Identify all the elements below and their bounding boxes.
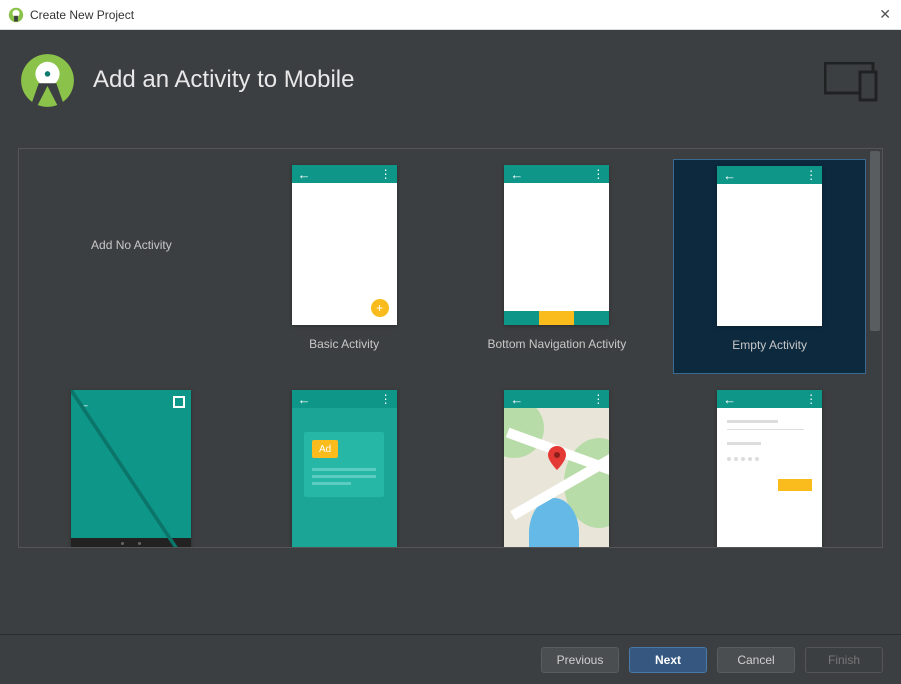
back-arrow-icon: ← (723, 392, 736, 407)
template-add-no-activity[interactable]: Add No Activity (35, 159, 228, 374)
template-preview-admob: ← ⋮ Ad (292, 390, 397, 548)
gallery-scrollbar[interactable] (870, 151, 880, 545)
overflow-icon: ⋮ (380, 392, 391, 406)
android-studio-logo (20, 53, 75, 108)
template-label: Basic Activity (309, 337, 379, 351)
close-icon[interactable]: ✕ (879, 6, 891, 23)
overflow-icon: ⋮ (592, 167, 603, 181)
template-bottom-navigation-activity[interactable]: ←⋮ Bottom Navigation Activity (461, 159, 654, 374)
template-preview-fullscreen: ← (71, 390, 191, 548)
template-label: Bottom Navigation Activity (488, 337, 627, 351)
overflow-icon: ⋮ (805, 392, 816, 406)
template-maps-activity[interactable]: ←⋮ (461, 384, 654, 548)
template-preview-empty: ←⋮ (717, 166, 822, 326)
cancel-button[interactable]: Cancel (717, 647, 795, 673)
overflow-icon: ⋮ (592, 392, 603, 406)
finish-button[interactable]: Finish (805, 647, 883, 673)
ad-badge: Ad (312, 440, 338, 458)
window-title: Create New Project (30, 8, 134, 22)
page-title: Add an Activity to Mobile (93, 66, 354, 94)
wizard-footer: Previous Next Cancel Finish (0, 634, 901, 684)
template-basic-activity[interactable]: ← ⋮ + Basic Activity (248, 159, 441, 374)
back-arrow-icon: ← (723, 168, 736, 183)
template-preview-basic: ← ⋮ + (292, 165, 397, 325)
content-area: Add No Activity ←⋮ + Basic Activity ←⋮ (0, 130, 901, 634)
app-icon (8, 7, 24, 23)
template-preview-login: ←⋮ (717, 390, 822, 548)
back-arrow-icon: ← (298, 392, 311, 407)
titlebar: Create New Project ✕ (0, 0, 901, 30)
overflow-icon: ⋮ (805, 168, 816, 182)
template-gallery: Add No Activity ←⋮ + Basic Activity ←⋮ (18, 148, 883, 548)
template-login-activity[interactable]: ←⋮ (673, 384, 866, 548)
template-label: Empty Activity (732, 338, 807, 352)
back-arrow-icon: ← (510, 392, 523, 407)
template-label: Add No Activity (91, 238, 172, 252)
fab-icon: + (371, 299, 389, 317)
template-grid: Add No Activity ←⋮ + Basic Activity ←⋮ (35, 159, 866, 548)
template-preview-bottomnav: ←⋮ (504, 165, 609, 325)
template-preview-none: Add No Activity (79, 165, 184, 325)
template-empty-activity[interactable]: ←⋮ Empty Activity (673, 159, 866, 374)
overflow-icon: ⋮ (380, 167, 391, 181)
scrollbar-thumb[interactable] (870, 151, 880, 331)
back-arrow-icon: ← (298, 167, 311, 182)
map-pin-icon (548, 446, 566, 475)
back-arrow-icon: ← (510, 167, 523, 182)
template-preview-maps: ←⋮ (504, 390, 609, 548)
template-admob-activity[interactable]: ← ⋮ Ad (248, 384, 441, 548)
wizard-header: Add an Activity to Mobile (0, 30, 901, 130)
next-button[interactable]: Next (629, 647, 707, 673)
template-fullscreen-activity[interactable]: ← (35, 384, 228, 548)
previous-button[interactable]: Previous (541, 647, 619, 673)
bottom-nav-icon (504, 311, 609, 325)
device-icon (824, 62, 879, 107)
